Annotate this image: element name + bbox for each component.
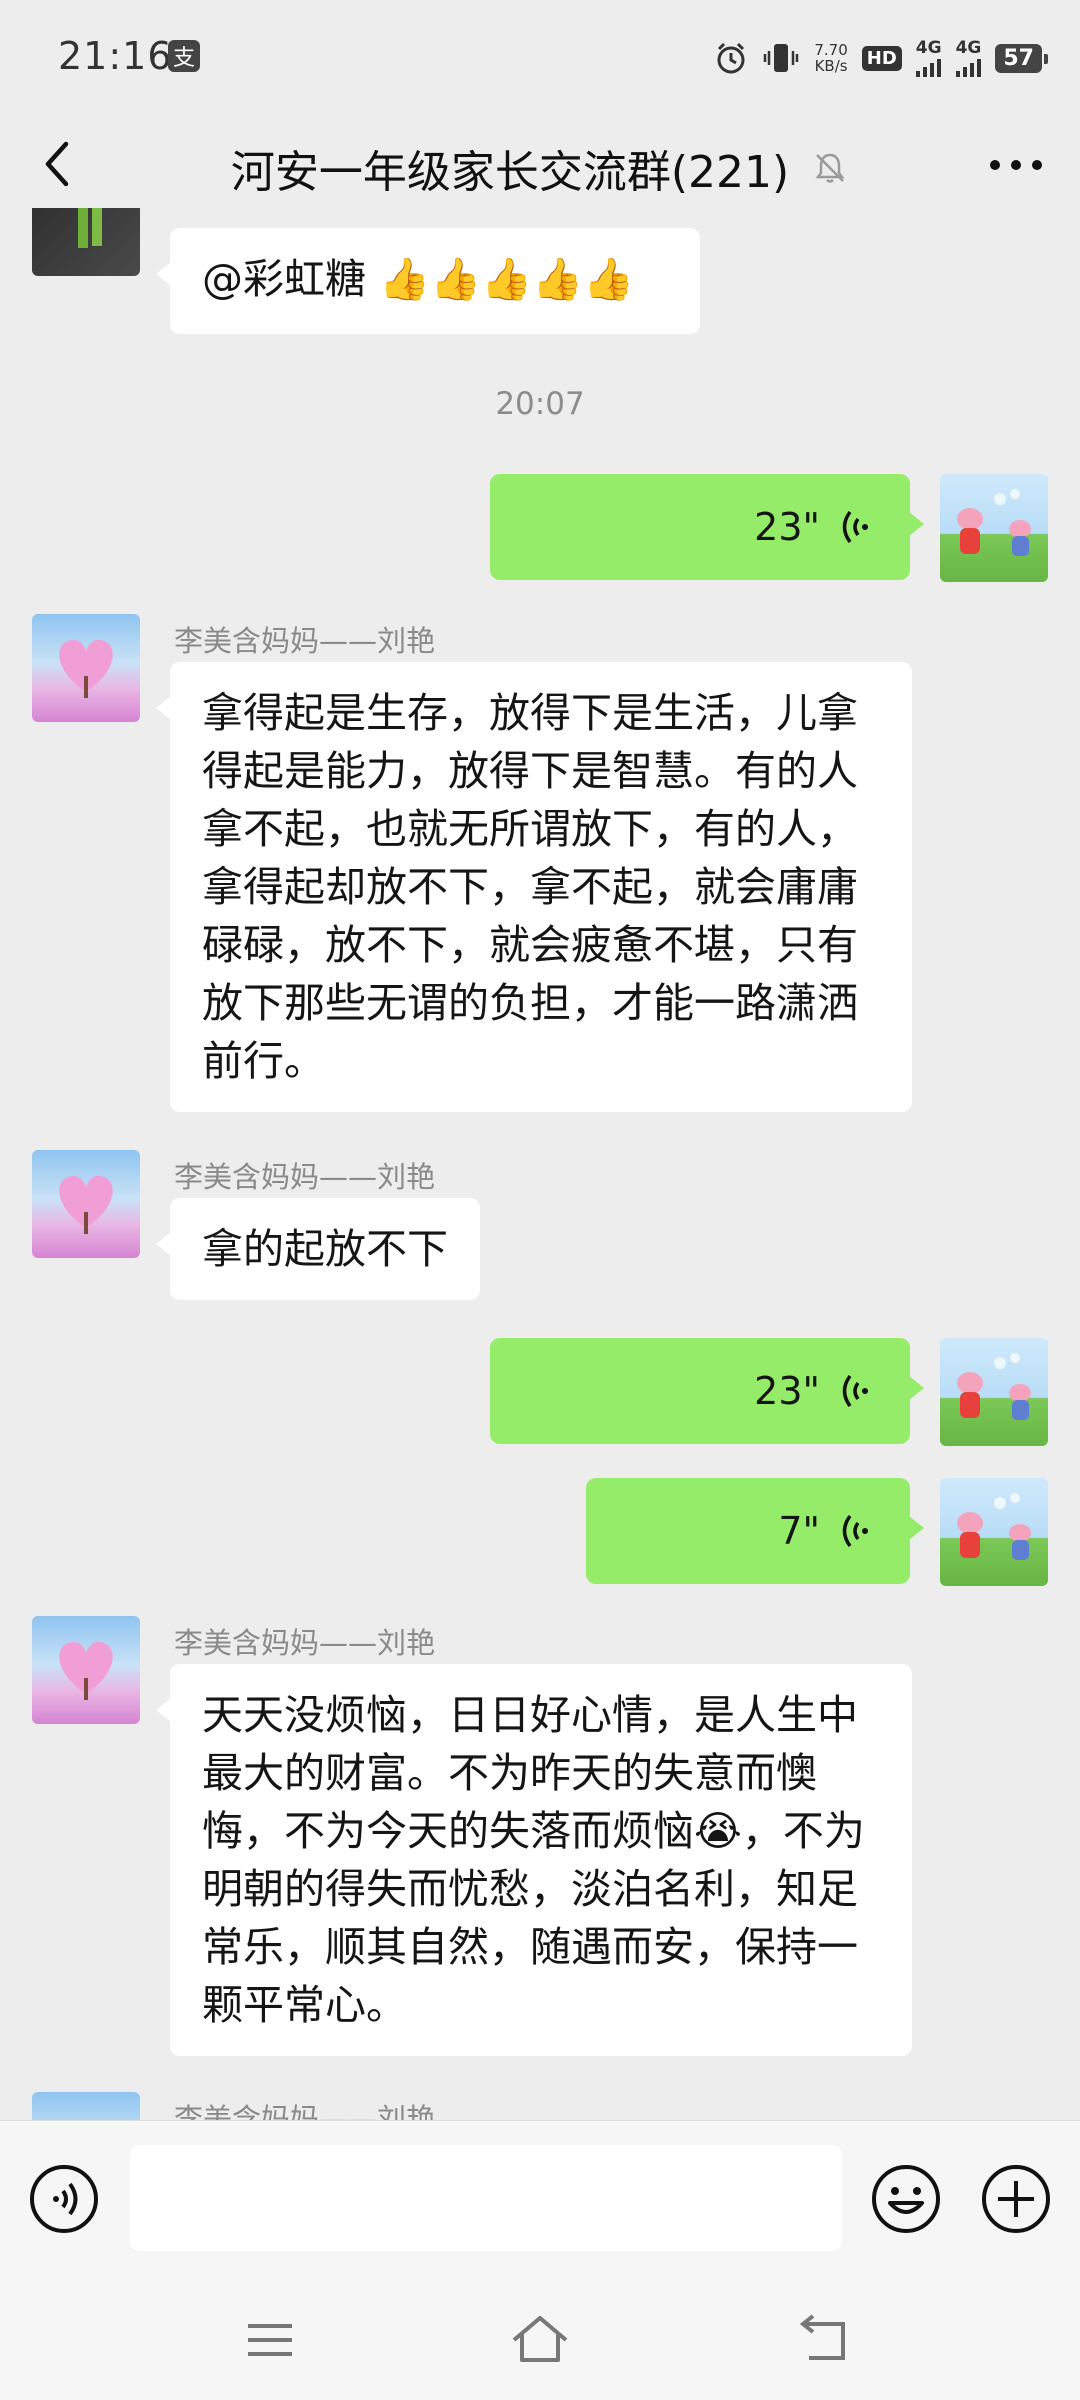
chat-title[interactable]: 河安一年级家长交流群(221) [231,136,789,200]
sender-name: 李美含妈妈——刘艳 [174,1160,436,1194]
status-time: 21:16 [58,34,173,78]
voice-message-bubble[interactable]: 23" [490,474,924,580]
voice-input-toggle-icon[interactable] [28,2163,100,2235]
net-speed: 7.70 KB/s [814,41,848,75]
sender-avatar[interactable] [32,1150,140,1258]
home-icon[interactable] [510,2310,570,2370]
system-nav-bar [0,2280,1080,2400]
chat-title-wrap: 河安一年级家长交流群(221) [0,136,1080,200]
message-input[interactable] [130,2145,842,2251]
pink-tree-icon [59,1641,113,1700]
pink-tree-icon [59,639,113,698]
battery-icon: 57 [995,43,1048,73]
vibrate-icon [764,44,799,72]
voice-duration: 23" [754,1369,820,1413]
plus-icon[interactable] [980,2163,1052,2235]
sender-name: 李美含妈妈——刘艳 [174,2102,436,2120]
emoji-icon[interactable] [870,2163,942,2235]
pink-tree-icon [59,1175,113,1234]
message-bubble[interactable]: 天天没烦恼，日日好心情，是人生中最大的财富。不为昨天的失意而懊悔，不为今天的失落… [156,1664,912,2056]
back-nav-icon[interactable] [795,2310,855,2370]
alipay-notification-icon: 支 [168,40,200,72]
menu-icon[interactable] [240,2310,300,2370]
peppa-pig-icon [957,1353,1031,1420]
back-button[interactable] [30,134,90,194]
peppa-pig-icon [957,489,1031,556]
voice-message-bubble[interactable]: 23" [490,1338,924,1444]
message-bubble[interactable]: @彩虹糖 👍👍👍👍👍 [156,228,700,334]
input-bar [0,2120,1080,2280]
avatar[interactable] [32,208,140,276]
signal-bars-icon [915,57,941,77]
plant-icon [78,208,102,248]
more-options-button[interactable] [986,140,1046,190]
message-list[interactable]: @彩虹糖 👍👍👍👍👍 20:07 23" 李美含妈妈——刘艳 拿得起是生存，放得 [0,208,1080,2120]
sender-avatar[interactable] [32,1616,140,1724]
voice-wave-icon [842,1374,868,1408]
more-dots-icon [990,160,1042,170]
hd-voice-badge: HD [861,45,902,71]
sender-avatar[interactable] [32,2092,140,2120]
message-bubble[interactable]: 拿的起放不下 [156,1198,480,1300]
voice-wave-icon [842,510,868,544]
message-text: 天天没烦恼，日日好心情，是人生中最大的财富。不为昨天的失意而懊悔，不为今天的失落… [202,1691,865,2029]
sender-avatar[interactable] [32,614,140,722]
message-bubble[interactable]: 拿得起是生存，放得下是生活，儿拿得起是能力，放得下是智慧。有的人拿不起，也就无所… [156,662,912,1112]
chat-header: 河安一年级家长交流群(221) [0,118,1080,208]
mute-bell-icon [815,153,845,183]
message-timestamp: 20:07 [495,386,585,422]
alarm-icon [717,42,745,74]
status-bar: 21:16 支 7.70 KB/s HD 4G 4G 57 [0,0,1080,118]
my-avatar[interactable] [940,1478,1048,1586]
sender-name: 李美含妈妈——刘艳 [174,624,436,658]
message-text: 拿得起是生存，放得下是生活，儿拿得起是能力，放得下是智慧。有的人拿不起，也就无所… [202,689,858,1085]
my-avatar[interactable] [940,1338,1048,1446]
sim1-signal: 4G [915,39,942,77]
voice-message-bubble[interactable]: 7" [586,1478,924,1584]
voice-duration: 23" [754,505,820,549]
message-text: @彩虹糖 👍👍👍👍👍 [202,255,635,303]
status-indicators: 7.70 KB/s HD 4G 4G 57 [714,36,1048,80]
message-text: 拿的起放不下 [202,1225,448,1273]
sender-name: 李美含妈妈——刘艳 [174,1626,436,1660]
sim2-signal: 4G [955,39,981,77]
my-avatar[interactable] [940,474,1048,582]
signal-bars-icon [955,57,981,77]
voice-wave-icon [842,1514,868,1548]
peppa-pig-icon [957,1493,1031,1560]
voice-duration: 7" [778,1509,820,1553]
